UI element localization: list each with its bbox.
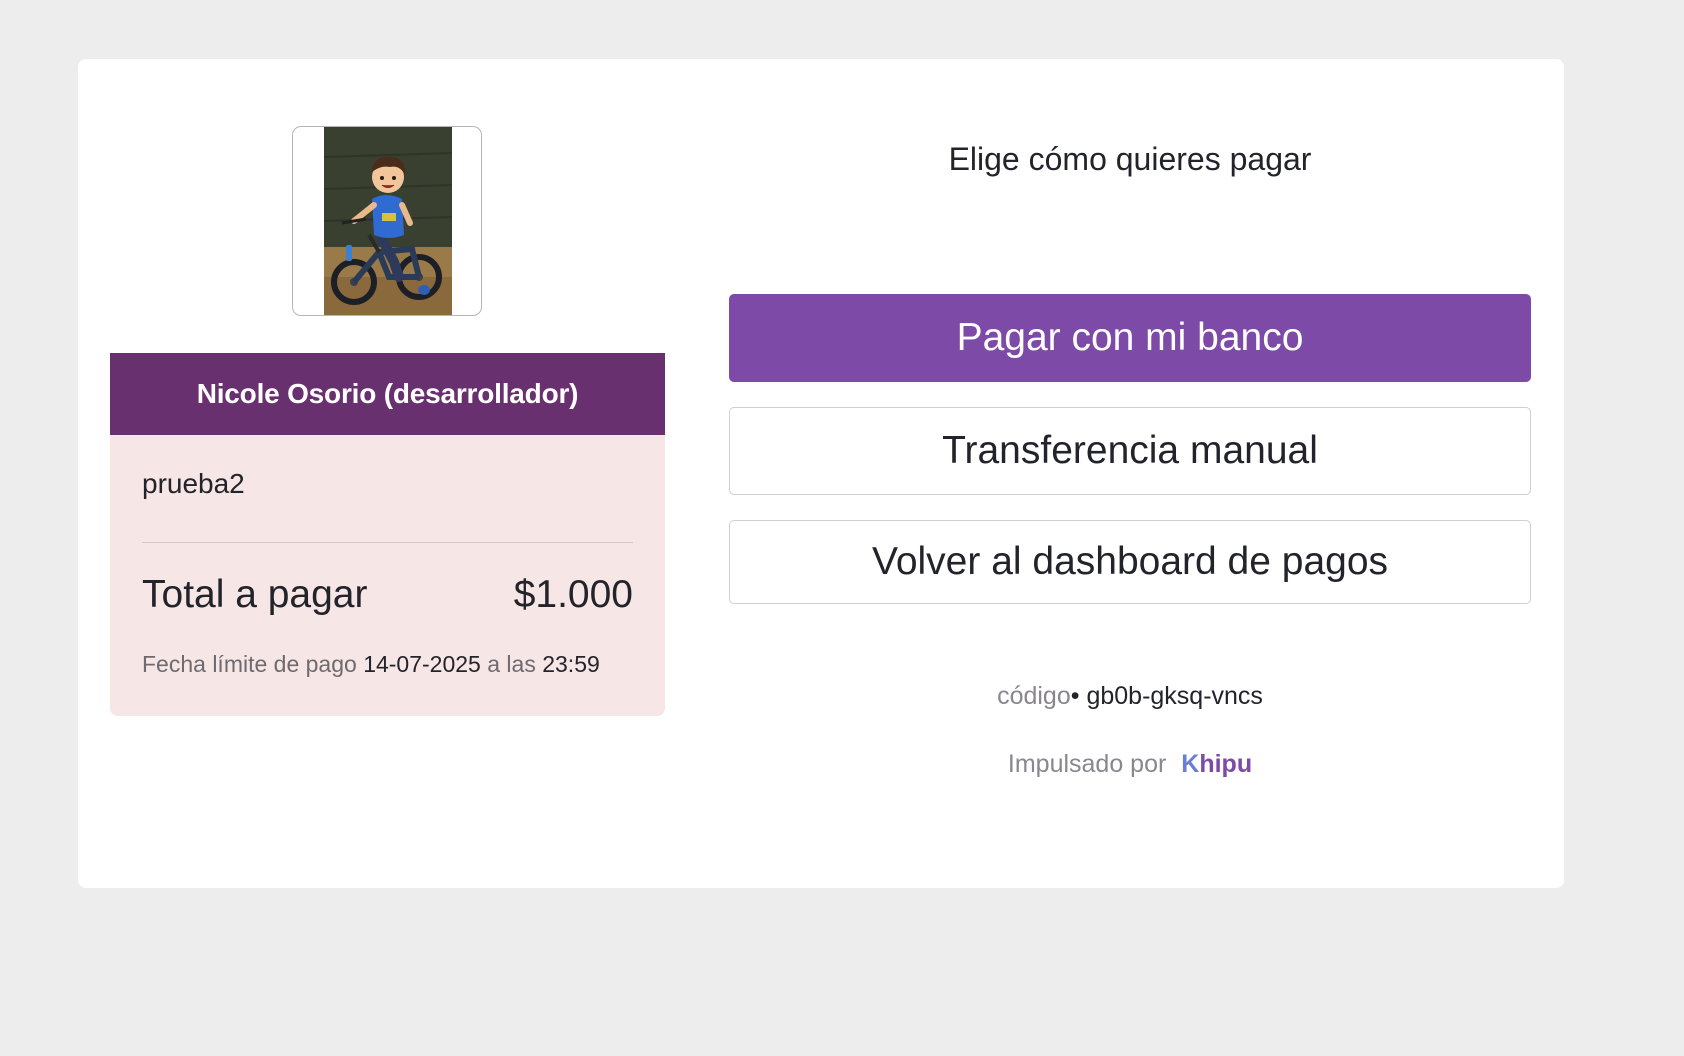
total-label: Total a pagar bbox=[142, 573, 368, 616]
back-to-dashboard-label: Volver al dashboard de pagos bbox=[871, 540, 1389, 583]
merchant-photo bbox=[292, 126, 482, 316]
khipu-logo-rest: hipu bbox=[1199, 750, 1253, 778]
merchant-name-banner: Nicole Osorio (desarrollador) bbox=[110, 353, 665, 435]
payment-card: Nicole Osorio (desarrollador) prueba2 To… bbox=[78, 59, 1564, 888]
back-to-dashboard-button[interactable]: Volver al dashboard de pagos bbox=[729, 520, 1531, 604]
payment-deadline: Fecha límite de pago 14-07-2025 a las 23… bbox=[142, 651, 600, 678]
payment-subject: prueba2 bbox=[142, 468, 245, 499]
deadline-time: 23:59 bbox=[542, 651, 600, 677]
pay-with-bank-button[interactable]: Pagar con mi banco bbox=[729, 294, 1531, 382]
child-on-bike-image bbox=[324, 127, 452, 315]
pay-with-bank-label: Pagar con mi banco bbox=[956, 316, 1304, 359]
summary-divider bbox=[142, 542, 633, 543]
manual-transfer-button[interactable]: Transferencia manual bbox=[729, 407, 1531, 495]
payment-options-title: Elige cómo quieres pagar bbox=[948, 141, 1312, 177]
total-amount: $1.000 bbox=[513, 573, 633, 616]
code-label: código bbox=[997, 682, 1071, 710]
deadline-connector: a las bbox=[487, 651, 536, 677]
code-separator: • bbox=[1070, 682, 1080, 710]
payment-code: código• gb0b-gksq-vncs bbox=[729, 682, 1531, 711]
payment-summary: prueba2 Total a pagar $1.000 Fecha límit… bbox=[110, 435, 665, 716]
khipu-logo-k: K bbox=[1181, 750, 1200, 778]
khipu-logo[interactable]: Khipu bbox=[1181, 750, 1252, 778]
deadline-date: 14-07-2025 bbox=[363, 651, 481, 677]
powered-by-label: Impulsado por bbox=[1007, 750, 1167, 778]
powered-by: Impulsado por Khipu bbox=[729, 750, 1531, 779]
deadline-label: Fecha límite de pago bbox=[142, 651, 357, 677]
code-value: gb0b-gksq-vncs bbox=[1086, 682, 1263, 710]
manual-transfer-label: Transferencia manual bbox=[942, 429, 1318, 472]
merchant-name: Nicole Osorio (desarrollador) bbox=[196, 378, 579, 409]
